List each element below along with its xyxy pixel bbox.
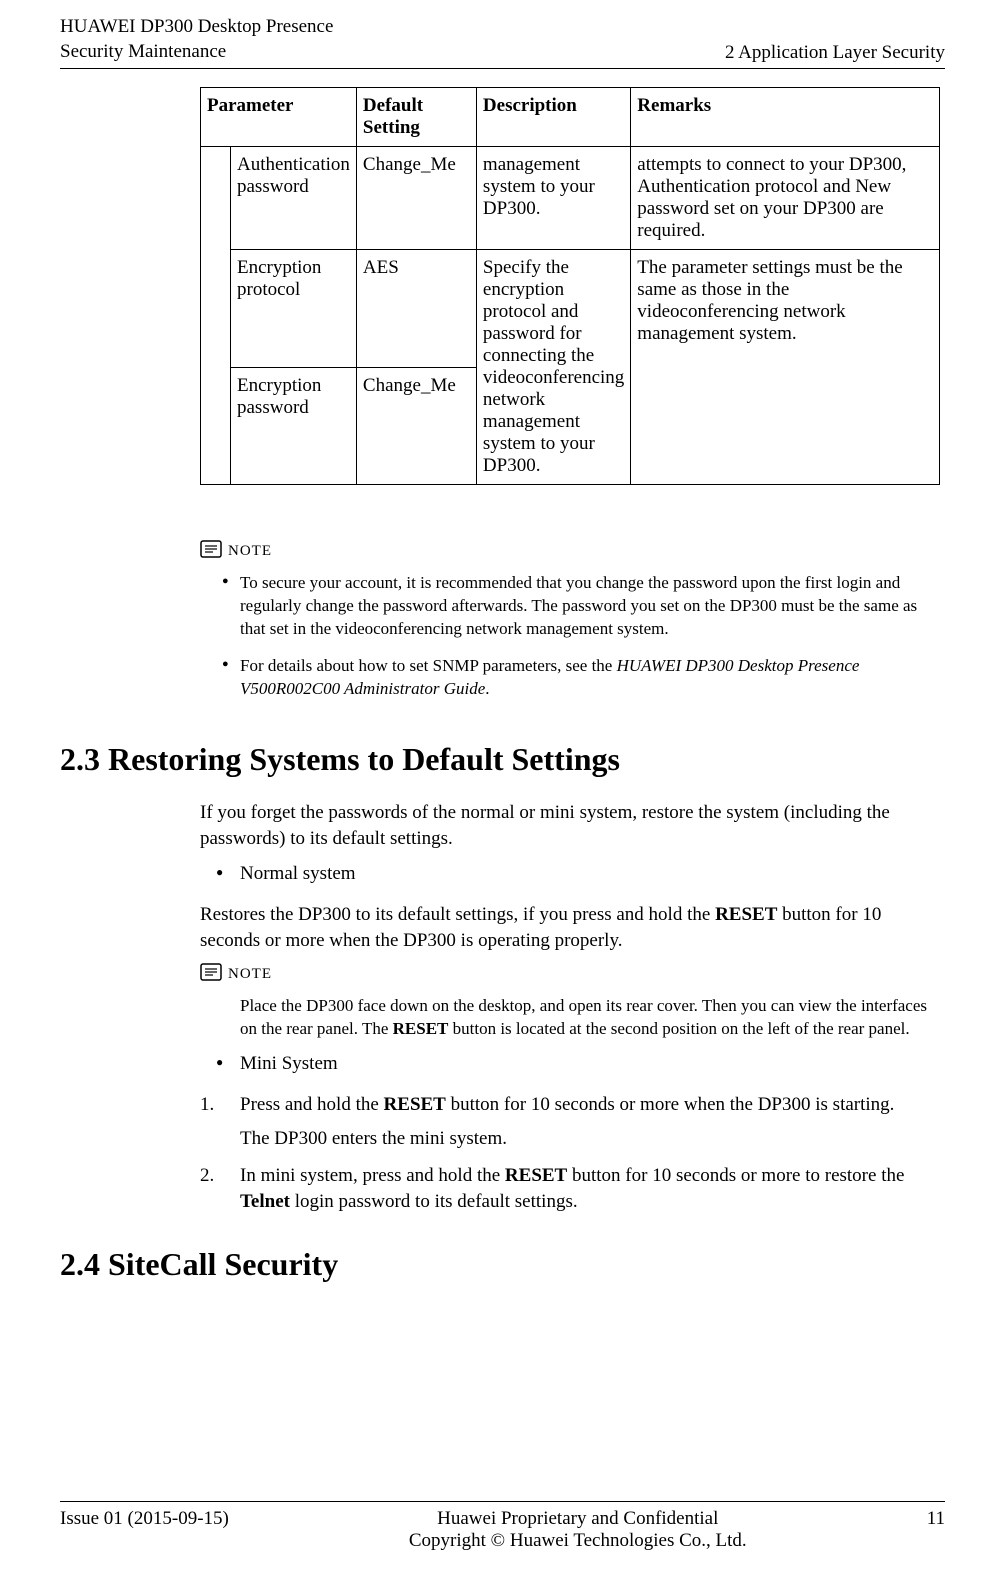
parameter-table: Parameter Default Setting Description Re… (200, 87, 940, 485)
param-desc-merged: Specify the encryption protocol and pass… (476, 250, 630, 485)
param-group-cell (201, 147, 231, 485)
param-name: Encryption protocol (231, 250, 357, 368)
reset-bold: RESET (715, 904, 777, 925)
th-remarks: Remarks (631, 88, 940, 147)
step-text-pre: Press and hold the (240, 1094, 384, 1115)
param-remarks: attempts to connect to your DP300, Authe… (631, 147, 940, 250)
bullet-list: Normal system (200, 861, 945, 888)
step-2: 2. In mini system, press and hold the RE… (200, 1163, 945, 1216)
product-title-line2: Security Maintenance (60, 40, 333, 65)
note-text: Place the DP300 face down on the desktop… (240, 995, 945, 1041)
step-number: 1. (200, 1092, 214, 1119)
note-item: To secure your account, it is recommende… (222, 572, 945, 641)
param-name: Authentication password (231, 147, 357, 250)
param-remarks-merged: The parameter settings must be the same … (631, 250, 940, 485)
note-text: To secure your account, it is recommende… (240, 573, 917, 638)
step-text-pre: In mini system, press and hold the (240, 1165, 505, 1186)
inline-note: NOTE Place the DP300 face down on the de… (200, 963, 945, 1041)
bullet-label: Mini System (240, 1053, 338, 1074)
table-header-row: Parameter Default Setting Description Re… (201, 88, 940, 147)
step-1: 1. Press and hold the RESET button for 1… (200, 1092, 945, 1153)
note-block: NOTE To secure your account, it is recom… (200, 540, 945, 701)
footer-row: Issue 01 (2015-09-15) Huawei Proprietary… (60, 1508, 945, 1552)
param-default: AES (356, 250, 476, 368)
note-label: NOTE (228, 543, 272, 560)
param-default: Change_Me (356, 367, 476, 485)
telnet-bold: Telnet (240, 1191, 290, 1212)
section-heading-2-3: 2.3 Restoring Systems to Default Setting… (60, 741, 945, 778)
footer-confidential: Huawei Proprietary and Confidential (229, 1508, 927, 1530)
footer-center: Huawei Proprietary and Confidential Copy… (229, 1508, 927, 1552)
table-row: Encryption protocol AES Specify the encr… (201, 250, 940, 368)
note-item: For details about how to set SNMP parame… (222, 655, 945, 701)
intro-paragraph: If you forget the passwords of the norma… (200, 800, 945, 851)
note-icon (200, 963, 222, 985)
note-list: To secure your account, it is recommende… (200, 572, 945, 701)
th-description: Description (476, 88, 630, 147)
list-item-mini: Mini System (200, 1051, 945, 1078)
note-icon (200, 540, 222, 562)
note-header: NOTE (200, 540, 945, 562)
footer-rule (60, 1501, 945, 1502)
page-footer: Issue 01 (2015-09-15) Huawei Proprietary… (60, 1501, 945, 1552)
param-desc: management system to your DP300. (476, 147, 630, 250)
param-default: Change_Me (356, 147, 476, 250)
step-text-mid: button for 10 seconds or more to restore… (567, 1165, 904, 1186)
th-parameter: Parameter (201, 88, 357, 147)
reset-bold: RESET (384, 1094, 446, 1115)
table-row: Authentication password Change_Me manage… (201, 147, 940, 250)
note-header: NOTE (200, 963, 945, 985)
step-sub: The DP300 enters the mini system. (240, 1126, 945, 1153)
footer-page-number: 11 (927, 1508, 945, 1552)
step-text-post: button for 10 seconds or more when the D… (446, 1094, 895, 1115)
reset-bold: RESET (393, 1019, 449, 1038)
note-label: NOTE (228, 966, 272, 983)
product-title-line1: HUAWEI DP300 Desktop Presence (60, 15, 333, 40)
page-header: HUAWEI DP300 Desktop Presence Security M… (60, 0, 945, 64)
footer-copyright: Copyright © Huawei Technologies Co., Ltd… (229, 1530, 927, 1552)
note-text-pre: For details about how to set SNMP parame… (240, 656, 617, 675)
chapter-title: 2 Application Layer Security (725, 42, 945, 64)
header-rule (60, 68, 945, 69)
note-text-post: button is located at the second position… (448, 1019, 909, 1038)
note-text-post: . (485, 679, 489, 698)
reset-bold: RESET (505, 1165, 567, 1186)
bullet-list: Mini System (200, 1051, 945, 1078)
footer-issue: Issue 01 (2015-09-15) (60, 1508, 229, 1552)
param-name: Encryption password (231, 367, 357, 485)
step-text-post: login password to its default settings. (290, 1191, 578, 1212)
step-number: 2. (200, 1163, 214, 1190)
list-item-normal: Normal system (200, 861, 945, 888)
steps-list: 1. Press and hold the RESET button for 1… (200, 1092, 945, 1216)
page: HUAWEI DP300 Desktop Presence Security M… (0, 0, 1005, 1570)
text-pre: Restores the DP300 to its default settin… (200, 904, 715, 925)
bullet-label: Normal system (240, 863, 356, 884)
header-left: HUAWEI DP300 Desktop Presence Security M… (60, 15, 333, 64)
normal-system-text: Restores the DP300 to its default settin… (200, 902, 945, 953)
section-heading-2-4: 2.4 SiteCall Security (60, 1246, 945, 1283)
th-default: Default Setting (356, 88, 476, 147)
